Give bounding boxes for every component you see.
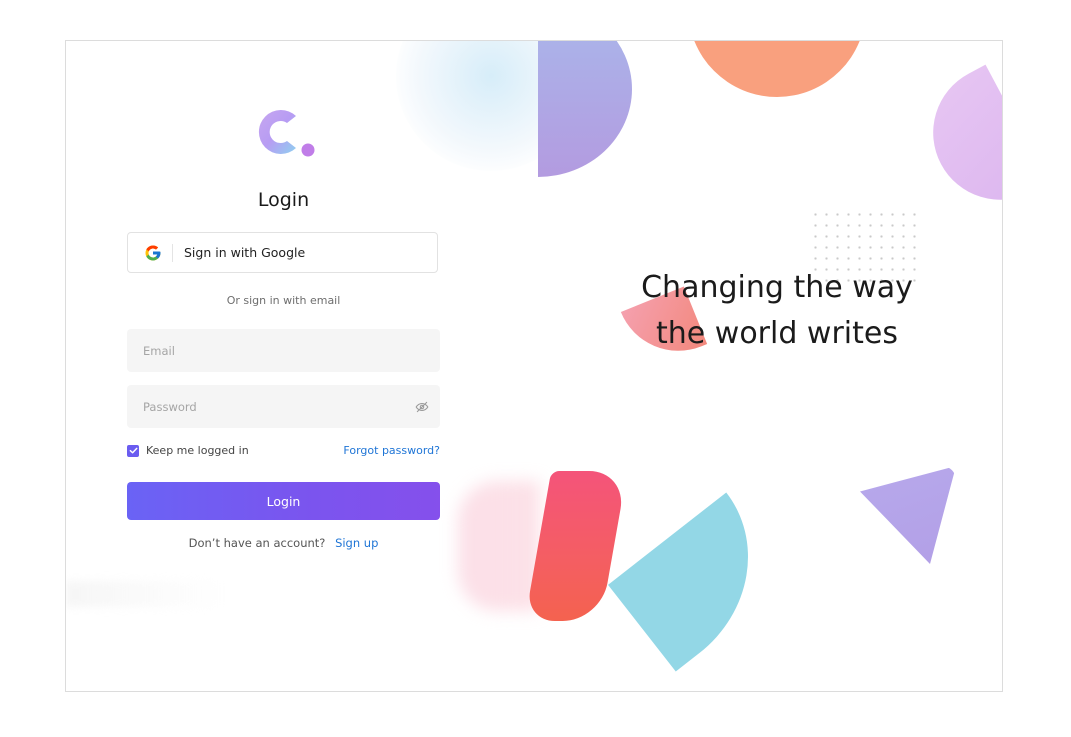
check-icon[interactable]: [127, 444, 139, 457]
violet-triangle-decoration: [860, 466, 956, 564]
blurred-pink-shape-decoration: [458, 481, 540, 611]
password-field[interactable]: [127, 385, 440, 428]
keep-logged-in-checkbox[interactable]: Keep me logged in: [127, 444, 249, 457]
button-divider: [172, 243, 173, 262]
forgot-password-link[interactable]: Forgot password?: [316, 444, 440, 457]
lilac-half-circle-decoration: [909, 64, 1002, 224]
login-page: Login Sign in with Google Or sign in wit…: [65, 40, 1003, 692]
c-dot-logo-icon: [258, 110, 315, 157]
email-field[interactable]: [127, 329, 440, 372]
cyan-quarter-circle-decoration: [608, 492, 794, 672]
eye-off-icon[interactable]: [415, 400, 429, 414]
signup-prompt: Don’t have an account?: [188, 536, 326, 550]
google-button-label: Sign in with Google: [184, 245, 306, 260]
google-icon: [145, 245, 161, 260]
login-button[interactable]: Login: [127, 482, 440, 520]
tagline-line-1: Changing the way: [641, 270, 913, 305]
sign-up-link[interactable]: Sign up: [335, 536, 378, 550]
login-title: Login: [257, 189, 310, 211]
orange-semicircle-decoration: [688, 41, 866, 97]
faded-shadow-decoration: [66, 581, 226, 607]
email-divider-text: Or sign in with email: [226, 294, 341, 307]
sign-in-with-google-button[interactable]: Sign in with Google: [127, 232, 438, 273]
hero-tagline: Changing the way the world writes: [596, 265, 958, 357]
violet-half-circle-decoration: [538, 41, 632, 177]
red-leaf-decoration: [524, 471, 628, 621]
tagline-line-2: the world writes: [656, 316, 898, 351]
keep-logged-in-label: Keep me logged in: [146, 444, 249, 457]
signup-row: Don’t have an account? Sign up: [127, 536, 440, 550]
